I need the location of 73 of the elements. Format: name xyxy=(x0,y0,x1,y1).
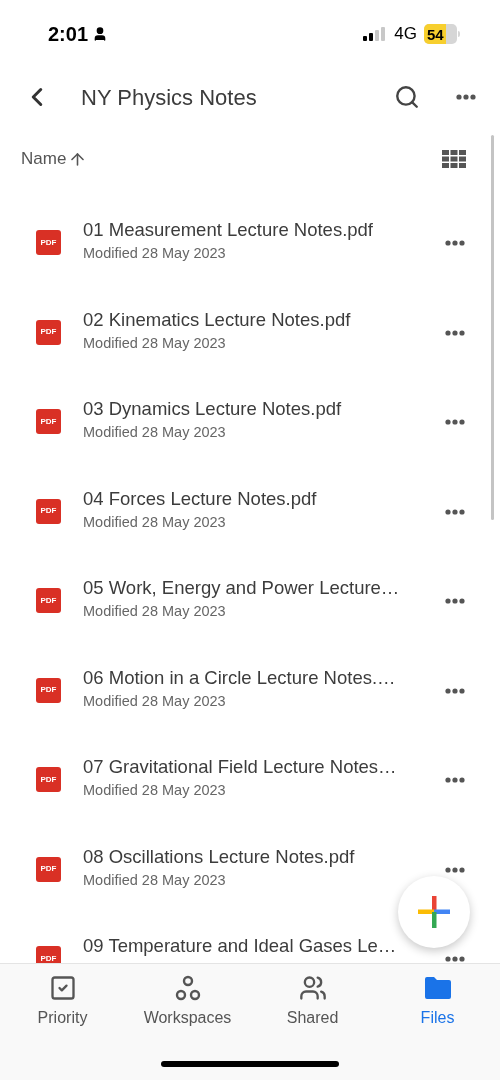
clock-time: 2:01 xyxy=(48,22,89,47)
folder-title: NY Physics Notes xyxy=(81,83,258,112)
more-options-button[interactable] xyxy=(445,240,465,246)
file-row[interactable]: PDF 03 Dynamics Lecture Notes.pdf Modified 28 May 2023 xyxy=(0,369,500,459)
more-icon xyxy=(445,329,465,336)
file-name: 02 Kinematics Lecture Notes.pdf xyxy=(83,307,352,332)
more-options-button[interactable] xyxy=(445,508,465,515)
search-button[interactable] xyxy=(394,84,420,110)
more-icon xyxy=(445,508,465,515)
more-options-button[interactable] xyxy=(445,956,465,962)
more-icon xyxy=(445,240,465,246)
nav-tab[interactable]: Files xyxy=(375,974,500,1030)
more-options-button[interactable] xyxy=(456,94,476,100)
file-row[interactable]: PDF 08 Oscillations Lecture Notes.pdf Modified 28 May 2023 xyxy=(0,816,500,906)
sort-button[interactable]: Name xyxy=(21,146,88,172)
more-options-button[interactable] xyxy=(445,598,465,604)
file-row[interactable]: PDF 02 Kinematics Lecture Notes.pdf Modified 28 May 2023 xyxy=(0,279,500,369)
pdf-icon: PDF xyxy=(36,319,61,345)
file-name: 08 Oscillations Lecture Notes.pdf xyxy=(83,844,356,869)
file-row[interactable]: PDF 04 Forces Lecture Notes.pdf Modified 28 May 2023 xyxy=(0,458,500,548)
pdf-icon: PDF xyxy=(36,588,61,613)
modified-date: Modified 28 May 2023 xyxy=(83,244,227,263)
checkbox-icon xyxy=(48,974,77,1002)
more-icon xyxy=(445,956,465,962)
more-icon xyxy=(456,94,476,100)
nav-tab[interactable]: Shared xyxy=(250,974,375,1030)
people-icon xyxy=(298,974,327,1002)
search-icon xyxy=(394,84,420,110)
network-type: 4G xyxy=(394,23,417,46)
pdf-icon: PDF xyxy=(36,677,61,703)
pdf-icon: PDF xyxy=(36,856,61,882)
battery-indicator: 54 xyxy=(424,24,460,44)
pdf-icon: PDF xyxy=(36,498,61,524)
new-button[interactable] xyxy=(398,876,470,948)
more-options-button[interactable] xyxy=(445,777,465,783)
folder-icon xyxy=(422,974,453,1002)
nav-tab[interactable]: Priority xyxy=(0,974,125,1030)
file-row[interactable]: PDF 05 Work, Energy and Power Lecture… Modified 28 May 2023 xyxy=(0,548,500,638)
modified-date: Modified 28 May 2023 xyxy=(83,691,227,711)
file-name: 06 Motion in a Circle Lecture Notes.… xyxy=(83,665,397,690)
file-name: 01 Measurement Lecture Notes.pdf xyxy=(83,218,374,242)
file-name: 09 Temperature and Ideal Gases Le… xyxy=(83,934,398,958)
pdf-icon: PDF xyxy=(36,767,61,792)
pdf-icon: PDF xyxy=(36,230,61,255)
modified-date: Modified 28 May 2023 xyxy=(83,423,227,442)
three-circles-icon xyxy=(173,974,202,1002)
pdf-icon: PDF xyxy=(36,946,61,963)
file-row[interactable]: PDF 01 Measurement Lecture Notes.pdf Modified 28 May 2023 xyxy=(0,190,500,280)
more-options-button[interactable] xyxy=(445,419,465,425)
modified-date: Modified 28 May 2023 xyxy=(83,781,227,800)
file-name: 07 Gravitational Field Lecture Notes… xyxy=(83,755,398,779)
signal-icon xyxy=(363,27,388,41)
grid-view-icon[interactable] xyxy=(442,150,466,168)
modified-date: Modified 28 May 2023 xyxy=(83,333,227,353)
more-icon xyxy=(445,598,465,604)
modified-date: Modified 28 May 2023 xyxy=(83,512,227,532)
more-icon xyxy=(445,777,465,783)
more-options-button[interactable] xyxy=(445,866,465,873)
file-name: 03 Dynamics Lecture Notes.pdf xyxy=(83,397,343,421)
file-name: 04 Forces Lecture Notes.pdf xyxy=(83,486,318,511)
plus-icon xyxy=(418,896,450,928)
modified-date: Modified 28 May 2023 xyxy=(83,602,227,621)
file-row[interactable]: PDF 07 Gravitational Field Lecture Notes… Modified 28 May 2023 xyxy=(0,727,500,817)
more-icon xyxy=(445,866,465,873)
modified-date: Modified 28 May 2023 xyxy=(83,870,227,890)
nav-tab[interactable]: Workspaces xyxy=(125,974,250,1030)
pdf-icon: PDF xyxy=(36,409,61,434)
more-options-button[interactable] xyxy=(445,329,465,336)
file-name: 05 Work, Energy and Power Lecture… xyxy=(83,576,401,600)
more-icon xyxy=(445,419,465,425)
more-options-button[interactable] xyxy=(445,687,465,694)
file-row[interactable]: PDF 06 Motion in a Circle Lecture Notes.… Modified 28 May 2023 xyxy=(0,637,500,727)
more-icon xyxy=(445,687,465,694)
